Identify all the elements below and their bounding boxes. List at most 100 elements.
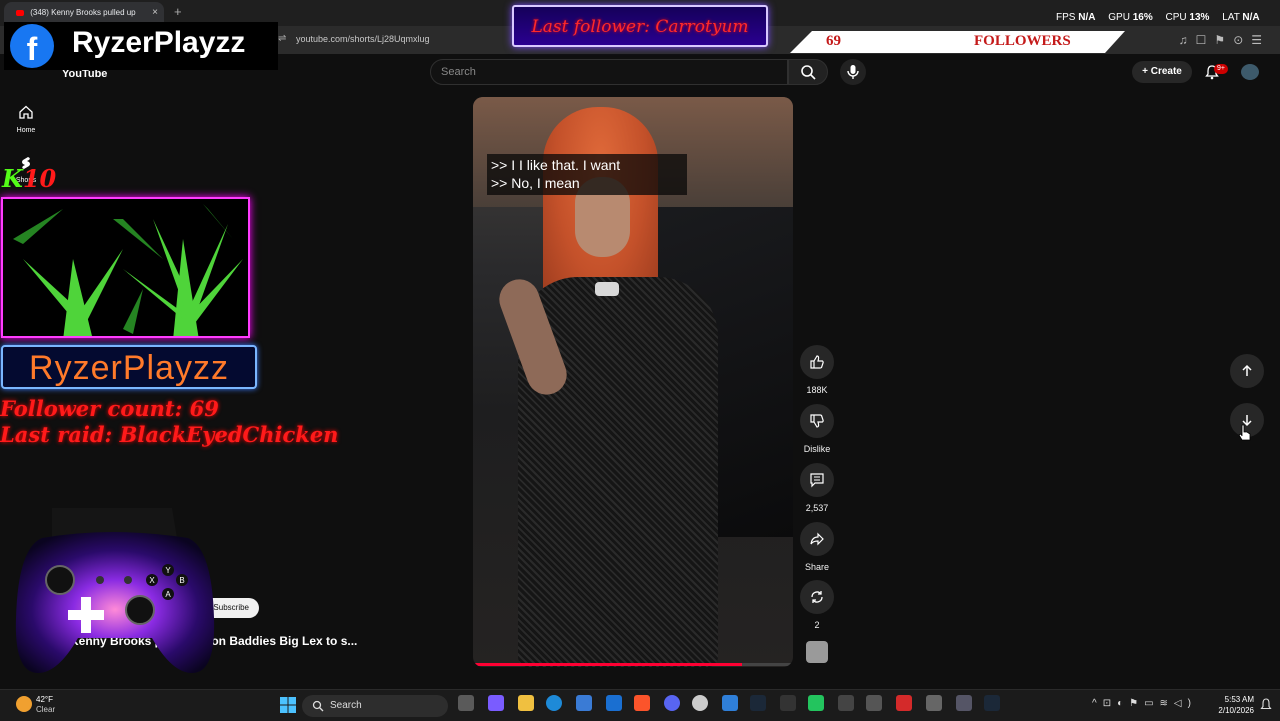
dislike-button-circle (800, 404, 834, 438)
file-explorer-icon[interactable] (518, 695, 534, 711)
stat-fps-label: FPS (1056, 12, 1076, 23)
browser-toolbar-icons[interactable]: ♫☐⚑⊙☰ (1179, 33, 1270, 47)
last-follower-alert: Last follower: Carrotyum (512, 5, 768, 47)
weather-temperature: 42°F (36, 695, 53, 704)
follower-count-line: Follower count: 69 (0, 396, 219, 421)
facebook-username: RyzerPlayzz (72, 26, 246, 59)
app-icon[interactable] (808, 695, 824, 711)
comments-button-circle (800, 463, 834, 497)
new-tab-button[interactable]: + (174, 4, 182, 19)
like-count: 188K (806, 385, 828, 395)
dislike-label: Dislike (803, 444, 831, 454)
share-icon (810, 532, 824, 546)
taskbar-search-label: Search (330, 700, 362, 711)
search-placeholder: Search (441, 66, 476, 78)
comments-button[interactable]: 2,537 (800, 463, 834, 513)
app-icon[interactable] (926, 695, 942, 711)
create-label: Create (1150, 66, 1182, 77)
streamer-name: RyzerPlayzz (29, 349, 229, 387)
search-input[interactable]: Search (430, 59, 788, 85)
account-avatar[interactable] (1241, 64, 1259, 80)
last-follower-text: Last follower: Carrotyum (531, 17, 749, 37)
task-view-icon[interactable] (458, 695, 474, 711)
taskbar-search[interactable]: Search (302, 695, 448, 717)
epic-games-icon[interactable] (780, 695, 796, 711)
like-button-circle (800, 345, 834, 379)
windows-taskbar: 42°F Clear Search ^⊡◐⚑▭≋◁) 5:53 AM 2/10/… (0, 689, 1280, 721)
stat-gpu-label: GPU (1108, 12, 1130, 23)
followers-count: 69 (826, 33, 841, 49)
stream-stats-text: Follower count: 69 Last raid: BlackEyedC… (0, 396, 338, 448)
search-icon (801, 65, 816, 80)
thumb-down-icon (810, 414, 824, 428)
svg-text:A: A (165, 590, 171, 599)
obs-icon[interactable] (692, 695, 708, 711)
followers-banner: 69 FOLLOWERS (790, 31, 1125, 53)
app-icon[interactable] (838, 695, 854, 711)
remix-count: 2 (814, 620, 820, 630)
stat-cpu-label: CPU (1165, 12, 1187, 23)
previous-short-button[interactable] (1230, 354, 1264, 388)
system-tray-icons[interactable]: ^⊡◐⚑▭≋◁) (1092, 698, 1197, 709)
steam-icon[interactable] (750, 695, 766, 711)
outlook-icon[interactable] (606, 695, 622, 711)
like-button[interactable]: 188K (800, 345, 834, 395)
mic-icon (847, 65, 859, 79)
discord-icon[interactable] (664, 695, 680, 711)
stat-lat-label: LAT (1222, 12, 1240, 23)
app-icon[interactable] (896, 695, 912, 711)
edge-icon[interactable] (546, 695, 562, 711)
facebook-icon: f (10, 24, 54, 68)
url-field[interactable]: youtube.com/shorts/Lj28Uqmxlug (296, 34, 430, 44)
channel-avatar[interactable] (806, 641, 828, 663)
clock-time: 5:53 AM (1224, 695, 1254, 704)
svg-text:X: X (149, 576, 155, 585)
weather-description: Clear (36, 705, 56, 714)
taskbar-clock[interactable]: 5:53 AM 2/10/2026 (1212, 694, 1254, 716)
notifications-bell-icon[interactable] (1260, 698, 1272, 712)
share-button[interactable]: Share (800, 522, 834, 572)
leaf-animation-box (1, 197, 250, 338)
share-button-circle (800, 522, 834, 556)
kick-number: 10 (22, 164, 57, 193)
notification-badge: 9+ (1214, 64, 1228, 74)
search-button[interactable] (788, 59, 828, 85)
app-icon[interactable] (722, 695, 738, 711)
create-button[interactable]: + Create (1132, 61, 1192, 83)
remix-icon (811, 591, 823, 603)
stat-cpu-value: 13% (1189, 12, 1210, 23)
brave-icon[interactable] (634, 695, 650, 711)
video-scene-necklace (595, 282, 619, 296)
stat-lat-value: N/A (1242, 12, 1260, 23)
comment-count: 2,537 (805, 503, 829, 513)
app-icon[interactable] (866, 695, 882, 711)
app-icon[interactable] (956, 695, 972, 711)
tab-title: (348) Kenny Brooks pulled up (30, 8, 136, 17)
comment-icon (810, 473, 824, 488)
kick-count: K10 (2, 164, 56, 193)
hand-cursor-icon (1238, 424, 1251, 441)
stat-gpu-value: 16% (1132, 12, 1153, 23)
svg-text:Y: Y (165, 566, 171, 575)
thumb-up-icon (810, 355, 824, 369)
video-progress-fill (473, 663, 742, 666)
arrow-up-icon (1242, 364, 1252, 376)
steam-icon[interactable] (984, 695, 1000, 711)
video-progress-bar[interactable] (473, 663, 793, 666)
sidebar-item-home[interactable]: Home (12, 104, 40, 134)
weather-icon[interactable] (16, 696, 32, 712)
video-captions: >> I I like that. I want >> No, I mean (487, 154, 687, 195)
windows-start-icon[interactable] (280, 697, 296, 713)
close-tab-icon[interactable]: × (152, 2, 158, 24)
voice-search-button[interactable] (840, 59, 866, 85)
caption-line: >> I I like that. I want (491, 157, 621, 173)
dislike-button[interactable]: Dislike (800, 404, 834, 454)
search-icon (312, 700, 324, 712)
store-icon[interactable] (576, 695, 592, 711)
short-video-player[interactable]: >> I I like that. I want >> No, I mean (473, 97, 793, 667)
site-info-icon[interactable]: ⇌ (278, 33, 286, 44)
remix-button[interactable]: 2 (800, 580, 834, 630)
copilot-icon[interactable] (488, 695, 504, 711)
followers-label: FOLLOWERS (974, 33, 1071, 49)
remix-button-circle (800, 580, 834, 614)
